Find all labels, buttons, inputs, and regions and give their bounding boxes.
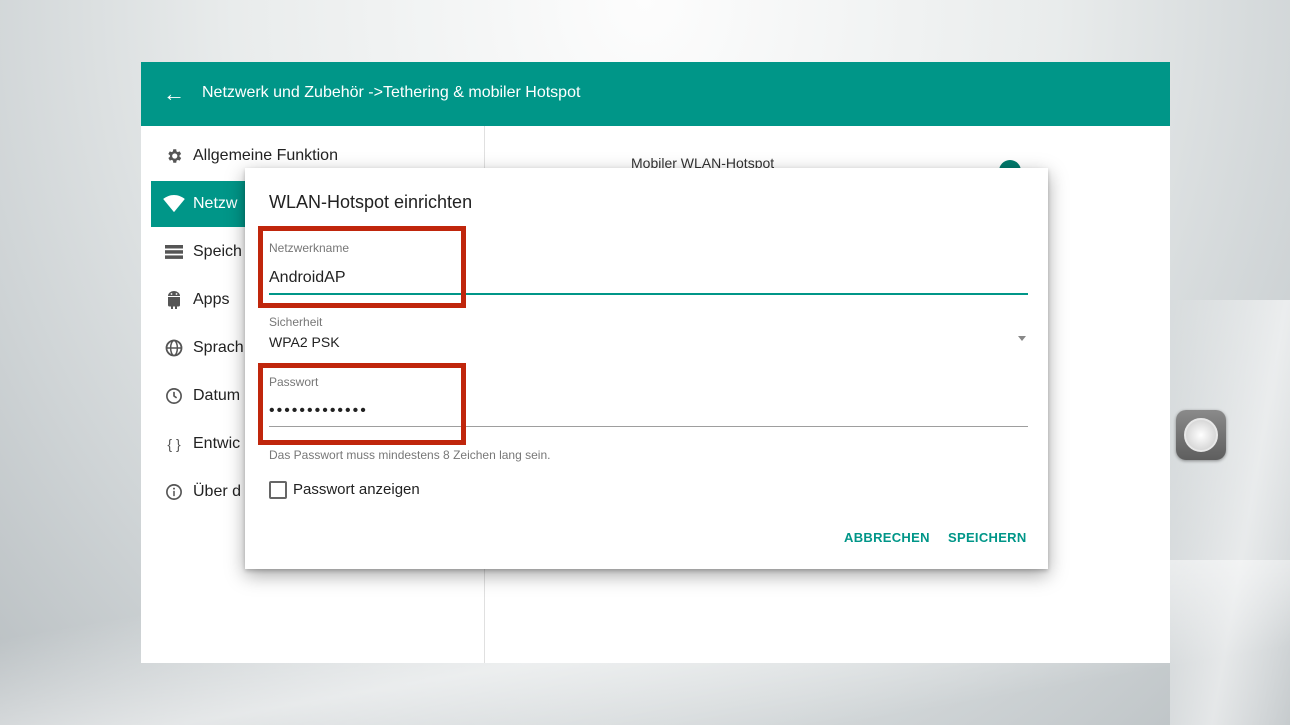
sidebar-item-label: Datum: [193, 387, 241, 404]
wifi-icon: [162, 192, 186, 216]
hotspot-setup-dialog: WLAN-Hotspot einrichten Netzwerkname Sic…: [245, 168, 1048, 569]
sidebar-item-label: Über d: [193, 483, 242, 500]
sidebar-item-label: Entwic: [193, 435, 241, 452]
sidebar-item-label: Allgemeine Funktion: [193, 147, 338, 164]
code-braces-icon: { }: [167, 436, 181, 452]
info-icon: [162, 480, 186, 504]
sidebar-item-label: Sprach: [193, 339, 244, 356]
security-label: Sicherheit: [269, 315, 323, 329]
android-icon: [162, 288, 186, 312]
password-label: Passwort: [269, 375, 319, 389]
cancel-button[interactable]: ABBRECHEN: [844, 530, 930, 545]
show-password-checkbox[interactable]: [269, 481, 287, 499]
dialog-title: WLAN-Hotspot einrichten: [269, 192, 473, 212]
storage-icon: [162, 240, 186, 264]
sidebar-item-label: Netzw: [193, 195, 238, 212]
password-input[interactable]: [269, 402, 1028, 427]
gear-icon: [162, 144, 186, 168]
sidebar-item-label: Speich: [193, 243, 242, 260]
background-streak: [1170, 300, 1290, 725]
password-helper-text: Das Passwort muss mindestens 8 Zeichen l…: [269, 448, 551, 462]
dropdown-caret-icon[interactable]: [1018, 336, 1026, 341]
network-name-label: Netzwerkname: [269, 241, 350, 255]
app-bar-title: Netzwerk und Zubehör ->Tethering & mobil…: [202, 84, 581, 101]
clock-icon: [162, 384, 186, 408]
assistive-touch-icon: [1184, 418, 1218, 452]
assistive-touch-button[interactable]: [1176, 410, 1226, 460]
back-arrow-icon[interactable]: ←: [163, 79, 187, 109]
network-name-input[interactable]: [269, 269, 1028, 295]
save-button[interactable]: SPEICHERN: [948, 530, 1027, 545]
sidebar-item-label: Apps: [193, 291, 230, 308]
show-password-label[interactable]: Passwort anzeigen: [293, 481, 420, 498]
security-select[interactable]: WPA2 PSK: [269, 334, 340, 350]
app-bar: ← Netzwerk und Zubehör ->Tethering & mob…: [141, 62, 1170, 126]
globe-icon: [162, 336, 186, 360]
